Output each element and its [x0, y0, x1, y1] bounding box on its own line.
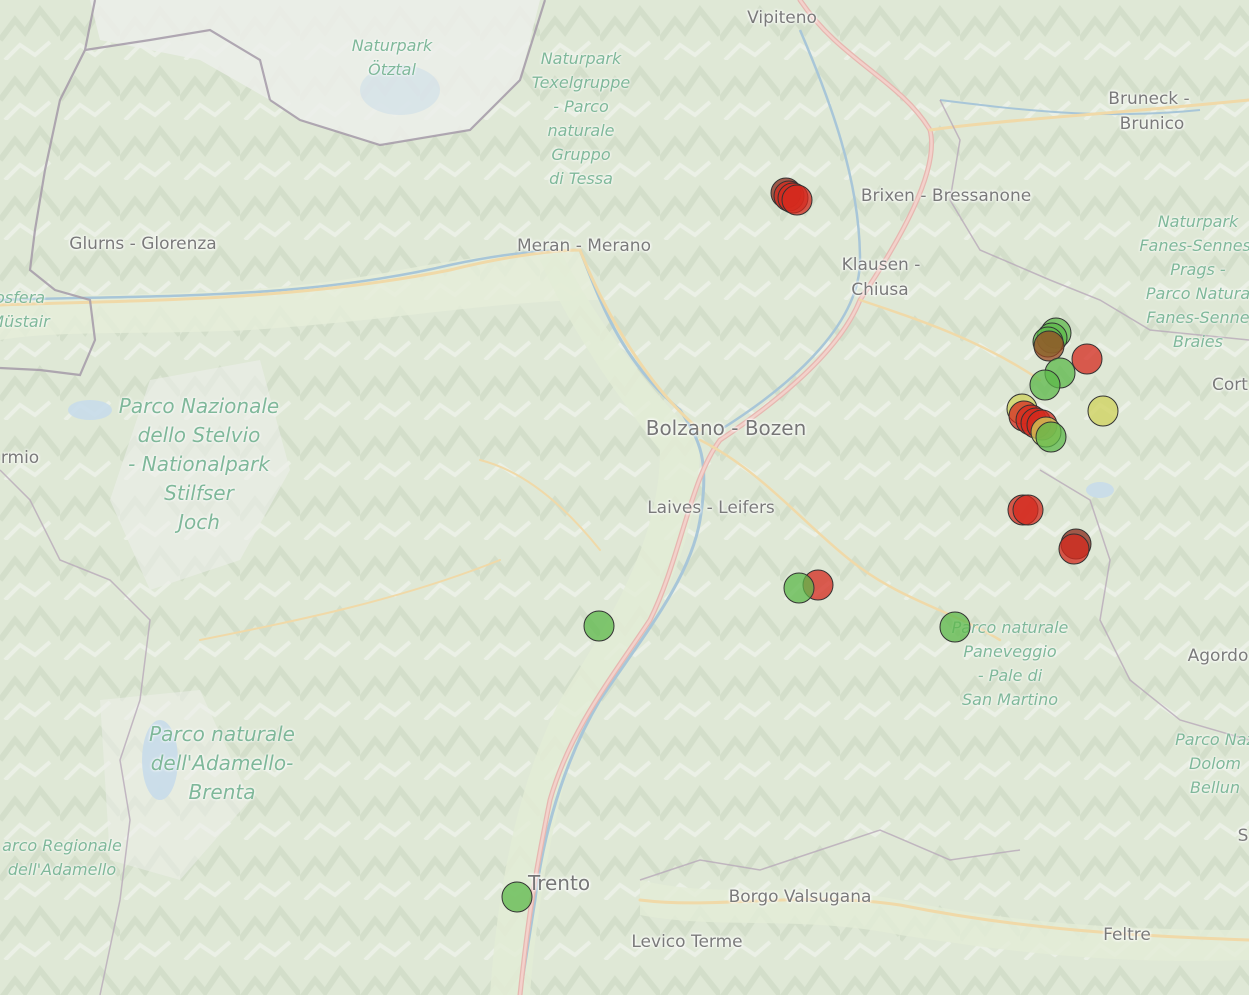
map-marker-green[interactable] [1035, 421, 1067, 453]
map-marker-green[interactable] [939, 611, 971, 643]
map-marker-red[interactable] [1012, 494, 1044, 526]
map-marker-brown[interactable] [1033, 330, 1065, 362]
map-marker-green[interactable] [583, 610, 615, 642]
map-marker-green[interactable] [783, 572, 815, 604]
map-view[interactable]: Vipiteno Bruneck - Brunico Brixen - Bressan… [0, 0, 1249, 995]
map-marker-red[interactable] [781, 184, 813, 216]
map-marker-green[interactable] [501, 881, 533, 913]
map-marker-yellow[interactable] [1087, 395, 1119, 427]
map-marker-red[interactable] [1071, 343, 1103, 375]
marker-layer [501, 177, 1119, 913]
map-marker-red[interactable] [1058, 533, 1090, 565]
map-marker-green[interactable] [1029, 369, 1061, 401]
